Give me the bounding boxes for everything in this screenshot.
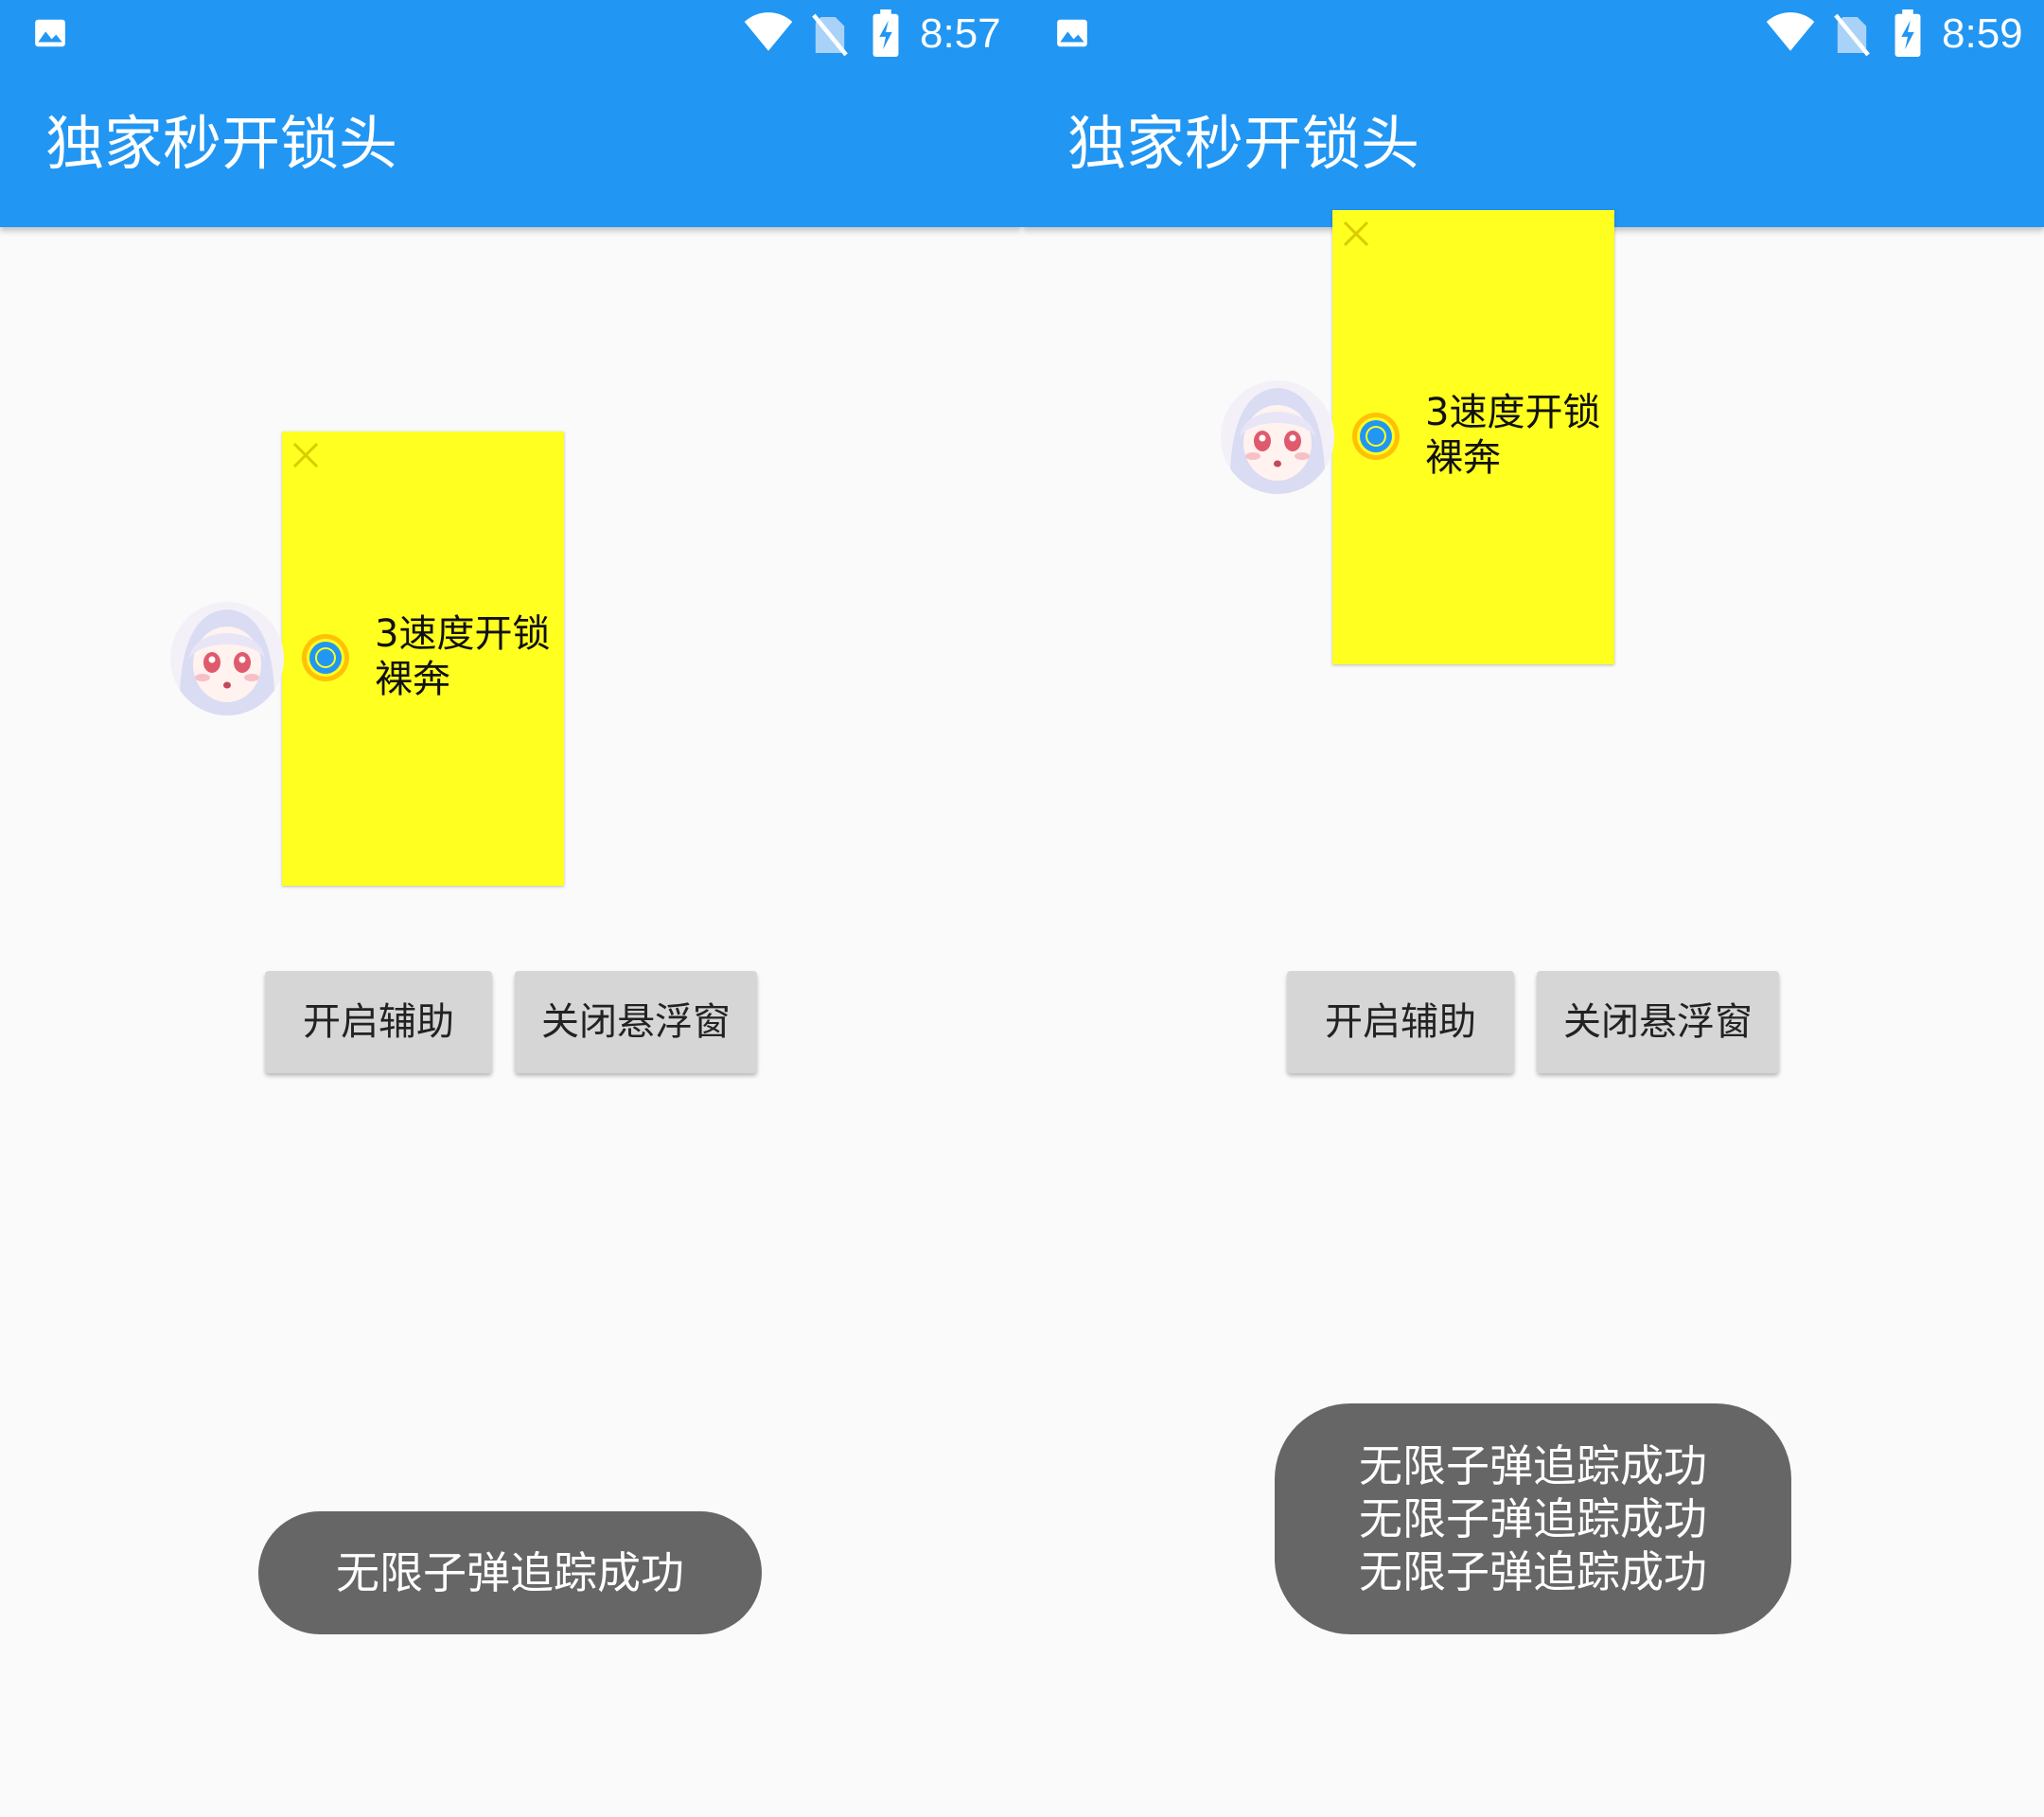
- screenshot-right: 8:59 独家秒开锁头 3速度开锁 裸奔 开启辅助 关闭悬浮窗 无限子弹追踪成功…: [1022, 0, 2044, 1817]
- no-sim-icon: [1834, 13, 1870, 57]
- option-label[interactable]: 3速度开锁 裸奔: [375, 611, 564, 702]
- status-time: 8:57: [920, 10, 1001, 57]
- close-floating-window-button[interactable]: 关闭悬浮窗: [515, 971, 757, 1073]
- status-time: 8:59: [1942, 10, 2023, 57]
- floating-window[interactable]: 3速度开锁 裸奔: [282, 432, 564, 886]
- avatar-illustration: [170, 602, 284, 715]
- app-bar: 8:59 独家秒开锁头: [1022, 0, 2044, 227]
- wifi-icon: [744, 12, 793, 51]
- gallery-icon: [35, 19, 65, 47]
- screenshot-left: 8:57 独家秒开锁头 3速度开锁 裸奔 开启辅助 关闭悬浮窗 无限子弹追踪成功: [0, 0, 1022, 1817]
- avatar[interactable]: [170, 602, 284, 715]
- radio-selected-icon[interactable]: [299, 631, 352, 684]
- close-icon[interactable]: [1342, 220, 1370, 248]
- toast-message: 无限子弹追踪成功: [1359, 1493, 1707, 1544]
- radio-selected-icon[interactable]: [1349, 410, 1402, 463]
- status-bar: 8:57: [0, 0, 1022, 71]
- toast-message: 无限子弹追踪成功: [336, 1547, 684, 1598]
- toast: 无限子弹追踪成功 无限子弹追踪成功 无限子弹追踪成功: [1275, 1403, 1791, 1634]
- close-icon[interactable]: [291, 441, 320, 469]
- avatar[interactable]: [1221, 380, 1334, 494]
- open-assist-button[interactable]: 开启辅助: [265, 971, 492, 1073]
- avatar-illustration: [1221, 380, 1334, 494]
- battery-charging-icon: [1894, 9, 1921, 57]
- app-bar: 8:57 独家秒开锁头: [0, 0, 1022, 227]
- no-sim-icon: [812, 13, 848, 57]
- gallery-icon: [1057, 19, 1087, 47]
- close-floating-window-button[interactable]: 关闭悬浮窗: [1537, 971, 1779, 1073]
- battery-charging-icon: [872, 9, 899, 57]
- option-label[interactable]: 3速度开锁 裸奔: [1425, 390, 1614, 481]
- app-title: 独家秒开锁头: [1067, 109, 1420, 178]
- toast-message: 无限子弹追踪成功: [1359, 1546, 1707, 1597]
- open-assist-button[interactable]: 开启辅助: [1287, 971, 1514, 1073]
- toast: 无限子弹追踪成功: [258, 1511, 762, 1634]
- toast-message: 无限子弹追踪成功: [1359, 1440, 1707, 1491]
- floating-window[interactable]: 3速度开锁 裸奔: [1332, 210, 1614, 664]
- wifi-icon: [1766, 12, 1815, 51]
- status-bar: 8:59: [1022, 0, 2044, 71]
- app-title: 独家秒开锁头: [45, 109, 398, 178]
